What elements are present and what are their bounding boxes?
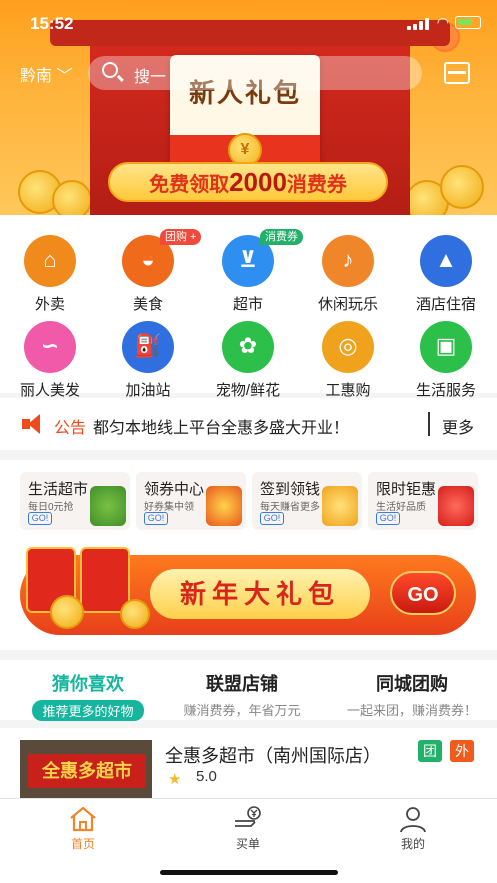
tab-alliance-stores[interactable]: 联盟店铺 赚消费券，年省万元 bbox=[162, 670, 322, 719]
category-icon: ▲ bbox=[420, 235, 472, 287]
store-thumbnail: 全惠多超市 bbox=[20, 740, 152, 800]
vegetables-image bbox=[90, 486, 126, 526]
category-icon: ⌂ bbox=[24, 235, 76, 287]
status-time: 15:52 bbox=[30, 14, 74, 33]
category-icon: ⊻ 消费券 bbox=[222, 229, 303, 287]
category-label: 酒店住宿 bbox=[415, 296, 476, 313]
speaker-icon bbox=[22, 414, 46, 434]
home-icon bbox=[68, 805, 98, 833]
signal-icon bbox=[407, 18, 429, 30]
group-buy-badge: 团 bbox=[418, 740, 442, 762]
category-icon: ♪ bbox=[322, 235, 374, 287]
category-item[interactable]: ⛽ 加油站 bbox=[108, 321, 188, 400]
new-year-banner-text: 新年大礼包 bbox=[150, 569, 370, 619]
category-icon: ∽ bbox=[24, 321, 76, 373]
coin-decoration bbox=[50, 595, 84, 629]
scan-icon[interactable] bbox=[444, 62, 470, 84]
star-icon: ★ bbox=[168, 771, 182, 788]
category-label: 宠物/鲜花 bbox=[215, 382, 281, 399]
category-label: 美食 bbox=[132, 296, 163, 313]
person-icon bbox=[398, 805, 428, 833]
promo-card-coupons[interactable]: 领券中心 好券集中领 GO! bbox=[136, 472, 246, 530]
notice-tag: 公告 bbox=[54, 420, 87, 437]
new-year-gift-banner[interactable]: 新年大礼包 GO bbox=[20, 547, 476, 635]
category-item[interactable]: ✿ 宠物/鲜花 bbox=[208, 321, 288, 400]
category-label: 生活服务 bbox=[415, 382, 476, 399]
category-tag: 消费券 bbox=[260, 229, 303, 245]
category-tag: 团购 + bbox=[160, 229, 202, 245]
category-item[interactable]: ▲ 酒店住宿 bbox=[406, 235, 486, 314]
category-label: 超市 bbox=[232, 296, 263, 313]
search-bar[interactable]: 搜一 bbox=[88, 56, 422, 90]
notice-bar[interactable]: 公告 都匀本地线上平台全惠多盛大开业！ 更多 bbox=[0, 398, 497, 450]
nav-pay[interactable]: 买单 bbox=[198, 805, 298, 852]
category-label: 加油站 bbox=[125, 382, 171, 399]
category-label: 丽人美发 bbox=[19, 382, 80, 399]
notice-text: 都匀本地线上平台全惠多盛大开业！ bbox=[93, 420, 350, 437]
category-item[interactable]: ▣ 生活服务 bbox=[406, 321, 486, 400]
coin-decoration bbox=[120, 599, 150, 629]
pay-icon bbox=[233, 805, 263, 833]
location-selector[interactable]: 黔南 ﹀ bbox=[20, 62, 72, 86]
tab-group-buy[interactable]: 同城团购 一起来团，赚消费券！ bbox=[332, 670, 492, 719]
category-label: 工惠购 bbox=[325, 382, 371, 399]
coin-decoration bbox=[52, 180, 92, 215]
red-envelope-icon bbox=[80, 547, 130, 613]
calendar-image bbox=[322, 486, 358, 526]
takeout-badge: 外 bbox=[450, 740, 474, 762]
category-icon: ◎ bbox=[322, 321, 374, 373]
promo-section: 生活超市 每日0元抢 GO! 领券中心 好券集中领 GO! 签到领钱 每天赚省更… bbox=[0, 460, 497, 650]
go-button[interactable]: GO! bbox=[28, 512, 52, 525]
home-indicator bbox=[160, 870, 338, 875]
category-icon: ▣ bbox=[420, 321, 472, 373]
category-item[interactable]: ◒ 团购 + 美食 bbox=[108, 229, 202, 314]
category-grid: ⌂ 外卖 ◒ 团购 + 美食 ⊻ 消费券超市 ♪ 休闲玩乐 ▲ 酒店住宿 ∽ 丽人美发 ⛽ 加油站 ✿ 宠物/鲜… bbox=[0, 215, 497, 399]
notice-more-link[interactable]: 更多 bbox=[442, 414, 474, 438]
nav-home[interactable]: 首页 bbox=[33, 805, 133, 852]
search-input[interactable]: 搜一 bbox=[134, 63, 166, 87]
red-envelope-image bbox=[438, 486, 474, 526]
go-button[interactable]: GO! bbox=[144, 512, 168, 525]
new-year-go-button[interactable]: GO bbox=[390, 571, 456, 615]
category-item[interactable]: ♪ 休闲玩乐 bbox=[308, 235, 388, 314]
hero-ribbon: 免费领取2000消费券 bbox=[108, 162, 388, 202]
status-bar: 15:52 ◠ bbox=[0, 0, 497, 46]
category-item[interactable]: ⊻ 消费券超市 bbox=[208, 229, 303, 314]
category-icon: ◒ 团购 + bbox=[122, 229, 202, 287]
category-label: 休闲玩乐 bbox=[317, 296, 378, 313]
category-item[interactable]: ∽ 丽人美发 bbox=[10, 321, 90, 400]
nav-profile[interactable]: 我的 bbox=[363, 805, 463, 852]
promo-card-checkin[interactable]: 签到领钱 每天赚省更多 GO! bbox=[252, 472, 362, 530]
promo-card-limited[interactable]: 限时钜惠 生活好品质 GO! bbox=[368, 472, 478, 530]
coin-decoration bbox=[440, 165, 484, 209]
promo-card-supermarket[interactable]: 生活超市 每日0元抢 GO! bbox=[20, 472, 130, 530]
store-rating: 5.0 bbox=[196, 768, 217, 785]
store-name: 全惠多超市（南州国际店） bbox=[165, 746, 381, 766]
feed-tabs: 猜你喜欢 推荐更多的好物 联盟店铺 赚消费券，年省万元 同城团购 一起来团，赚消… bbox=[0, 660, 497, 721]
go-button[interactable]: GO! bbox=[260, 512, 284, 525]
search-icon bbox=[102, 62, 118, 78]
tab-guess-you-like[interactable]: 猜你喜欢 推荐更多的好物 bbox=[8, 670, 168, 721]
category-item[interactable]: ◎ 工惠购 bbox=[308, 321, 388, 400]
category-item[interactable]: ⌂ 外卖 bbox=[10, 235, 90, 314]
category-icon: ⛽ bbox=[122, 321, 174, 373]
chevron-down-icon: ﹀ bbox=[56, 68, 73, 85]
store-sign: 全惠多超市 bbox=[28, 754, 146, 788]
wifi-icon: ◠ bbox=[436, 14, 449, 30]
coupon-image bbox=[206, 486, 242, 526]
go-button[interactable]: GO! bbox=[376, 512, 400, 525]
category-label: 外卖 bbox=[34, 296, 65, 313]
category-icon: ✿ bbox=[222, 321, 274, 373]
battery-icon bbox=[455, 16, 481, 29]
store-list-item[interactable]: 全惠多超市 全惠多超市（南州国际店） ★ 5.0 团 外 bbox=[0, 728, 497, 800]
